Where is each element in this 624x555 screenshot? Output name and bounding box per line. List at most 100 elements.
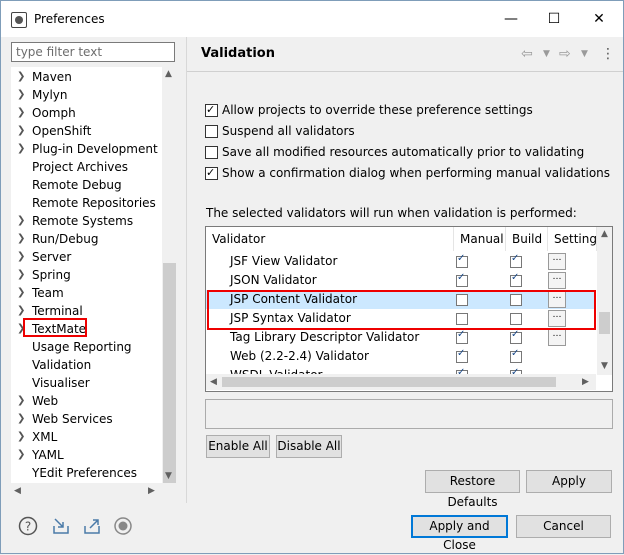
validator-name: JSON Validator	[230, 273, 317, 287]
validator-name: JSF View Validator	[230, 254, 338, 268]
scroll-thumb[interactable]	[222, 377, 556, 387]
tree-item-label: Oomph	[32, 106, 76, 120]
window-title: Preferences	[34, 12, 105, 26]
close-button[interactable]: ✕	[587, 7, 611, 31]
tree-item-label: YAML	[32, 448, 64, 462]
validator-name: Web (2.2-2.4) Validator	[230, 349, 369, 363]
enable-all-button[interactable]: Enable All	[206, 435, 270, 458]
scroll-left-icon[interactable]: ◀	[210, 377, 217, 387]
manual-checkbox[interactable]	[456, 253, 468, 268]
table-row[interactable]: Web (2.2-2.4) Validator	[206, 347, 596, 366]
expand-chevron-icon[interactable]: ❯	[17, 140, 25, 158]
settings-button[interactable]: …	[548, 272, 566, 289]
tree-item-label: XML	[32, 430, 58, 444]
column-header-settings[interactable]: Settings	[548, 227, 597, 251]
build-checkbox[interactable]	[510, 348, 522, 363]
expand-chevron-icon[interactable]: ❯	[17, 284, 25, 302]
preference-tree: ❯ Maven ❯ Mylyn ❯ Oomph ❯ OpenShift ❯ Plug-in Dev…	[11, 67, 162, 485]
expand-chevron-icon[interactable]: ❯	[17, 104, 25, 122]
settings-button[interactable]: …	[548, 329, 566, 346]
svg-text:?: ?	[25, 520, 31, 534]
build-checkbox[interactable]	[510, 253, 522, 268]
tree-vertical-scrollbar[interactable]: ▲ ▼	[162, 67, 177, 485]
export-icon[interactable]	[82, 516, 102, 536]
restore-defaults-button[interactable]: Restore Defaults	[425, 470, 520, 509]
expand-chevron-icon[interactable]: ❯	[17, 122, 25, 140]
tree-item-label: Usage Reporting	[32, 340, 132, 354]
expand-chevron-icon[interactable]: ❯	[17, 248, 25, 266]
scroll-left-icon[interactable]: ◀	[14, 486, 21, 496]
jsp-validators-highlight-box	[207, 290, 596, 330]
table-horizontal-scrollbar[interactable]: ◀ ▶	[206, 374, 596, 390]
view-menu-icon[interactable]: ⋮	[601, 46, 615, 62]
validation-highlight-box	[23, 318, 87, 337]
checkbox[interactable]	[205, 101, 218, 119]
scroll-down-icon[interactable]: ▼	[601, 361, 608, 371]
validator-icon	[212, 332, 223, 343]
back-arrow-icon[interactable]: ⇦	[521, 46, 533, 62]
import-icon[interactable]	[51, 516, 71, 536]
expand-chevron-icon[interactable]: ❯	[17, 392, 25, 410]
expand-chevron-icon[interactable]: ❯	[17, 230, 25, 248]
expand-chevron-icon[interactable]: ❯	[17, 446, 25, 464]
eclipse-icon	[11, 12, 27, 28]
maximize-button[interactable]: ☐	[542, 7, 566, 31]
table-row[interactable]: Tag Library Descriptor Validator …	[206, 328, 596, 347]
preferences-window: Preferences — ☐ ✕ ❯ Maven ❯ Mylyn ❯ Oomph ❯ Ope…	[0, 0, 624, 554]
description-box	[205, 399, 613, 429]
column-header-manual[interactable]: Manual	[454, 227, 506, 251]
apply-and-close-button[interactable]: Apply and Close	[411, 515, 508, 552]
filter-input[interactable]	[11, 42, 175, 62]
checkbox[interactable]	[205, 125, 218, 138]
expand-chevron-icon[interactable]: ❯	[17, 266, 25, 284]
minimize-button[interactable]: —	[499, 7, 523, 31]
expand-chevron-icon[interactable]: ❯	[17, 212, 25, 230]
checkbox[interactable]	[205, 164, 218, 182]
column-header-validator[interactable]: Validator	[206, 227, 454, 251]
validator-name: Tag Library Descriptor Validator	[230, 330, 420, 344]
checkbox[interactable]	[205, 146, 218, 159]
scroll-thumb[interactable]	[163, 263, 176, 483]
build-checkbox[interactable]	[510, 329, 522, 344]
left-pane: ❯ Maven ❯ Mylyn ❯ Oomph ❯ OpenShift ❯ Plug-in Dev…	[1, 37, 187, 503]
scroll-down-icon[interactable]: ▼	[165, 471, 172, 481]
scroll-right-icon[interactable]: ▶	[148, 486, 155, 496]
scroll-right-icon[interactable]: ▶	[582, 377, 589, 387]
help-icon[interactable]: ?	[18, 516, 38, 536]
table-row[interactable]: JSON Validator …	[206, 271, 596, 290]
build-checkbox[interactable]	[510, 272, 522, 287]
tree-item-label: Run/Debug	[32, 232, 99, 246]
tree-item-label: Mylyn	[32, 88, 68, 102]
scroll-thumb[interactable]	[599, 312, 610, 334]
manual-checkbox[interactable]	[456, 348, 468, 363]
expand-chevron-icon[interactable]: ❯	[17, 410, 25, 428]
tree-item-label: Project Archives	[32, 160, 129, 174]
tree-item-label: OpenShift	[32, 124, 92, 138]
column-header-build[interactable]: Build	[506, 227, 548, 251]
manual-checkbox[interactable]	[456, 272, 468, 287]
expand-chevron-icon[interactable]: ❯	[17, 86, 25, 104]
disable-all-button[interactable]: Disable All	[276, 435, 342, 458]
cancel-button[interactable]: Cancel	[516, 515, 611, 538]
forward-arrow-icon[interactable]: ⇨	[559, 46, 571, 62]
tree-item-label: YEdit Preferences	[32, 466, 137, 480]
apply-button[interactable]: Apply	[526, 470, 612, 493]
tree-horizontal-scrollbar[interactable]: ◀ ▶	[11, 483, 162, 499]
scroll-up-icon[interactable]: ▲	[165, 69, 172, 79]
expand-chevron-icon[interactable]: ❯	[17, 428, 25, 446]
header-separator	[187, 71, 623, 72]
table-row[interactable]: JSF View Validator …	[206, 252, 596, 271]
tree-item-label: Remote Repositories	[32, 196, 156, 210]
expand-chevron-icon[interactable]: ❯	[17, 68, 25, 86]
settings-button[interactable]: …	[548, 253, 566, 270]
record-icon[interactable]	[113, 516, 133, 536]
tree-item-label: Server	[32, 250, 72, 264]
table-vertical-scrollbar[interactable]: ▲ ▼	[597, 227, 612, 375]
manual-checkbox[interactable]	[456, 329, 468, 344]
tree-item-label: Team	[32, 286, 64, 300]
forward-menu-icon[interactable]: ▼	[581, 49, 588, 59]
back-menu-icon[interactable]: ▼	[543, 49, 550, 59]
tree-item-label: Maven	[32, 70, 72, 84]
option-label: Allow projects to override these prefere…	[222, 103, 533, 117]
scroll-up-icon[interactable]: ▲	[601, 229, 608, 239]
